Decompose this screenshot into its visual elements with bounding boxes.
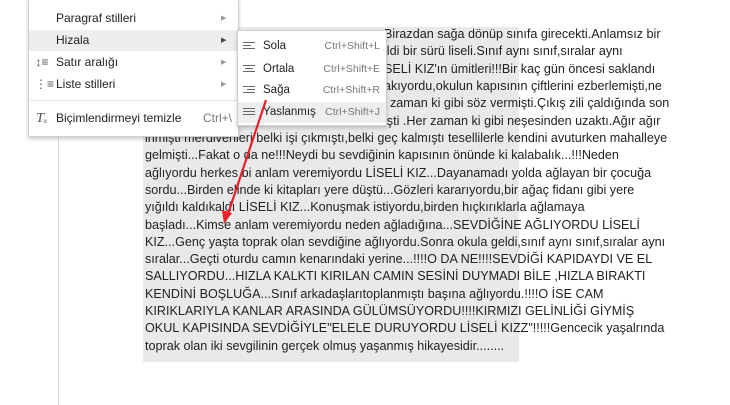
annotation-arrow — [222, 99, 268, 224]
arrow-head — [222, 210, 232, 224]
arrow-shaft — [226, 99, 268, 215]
